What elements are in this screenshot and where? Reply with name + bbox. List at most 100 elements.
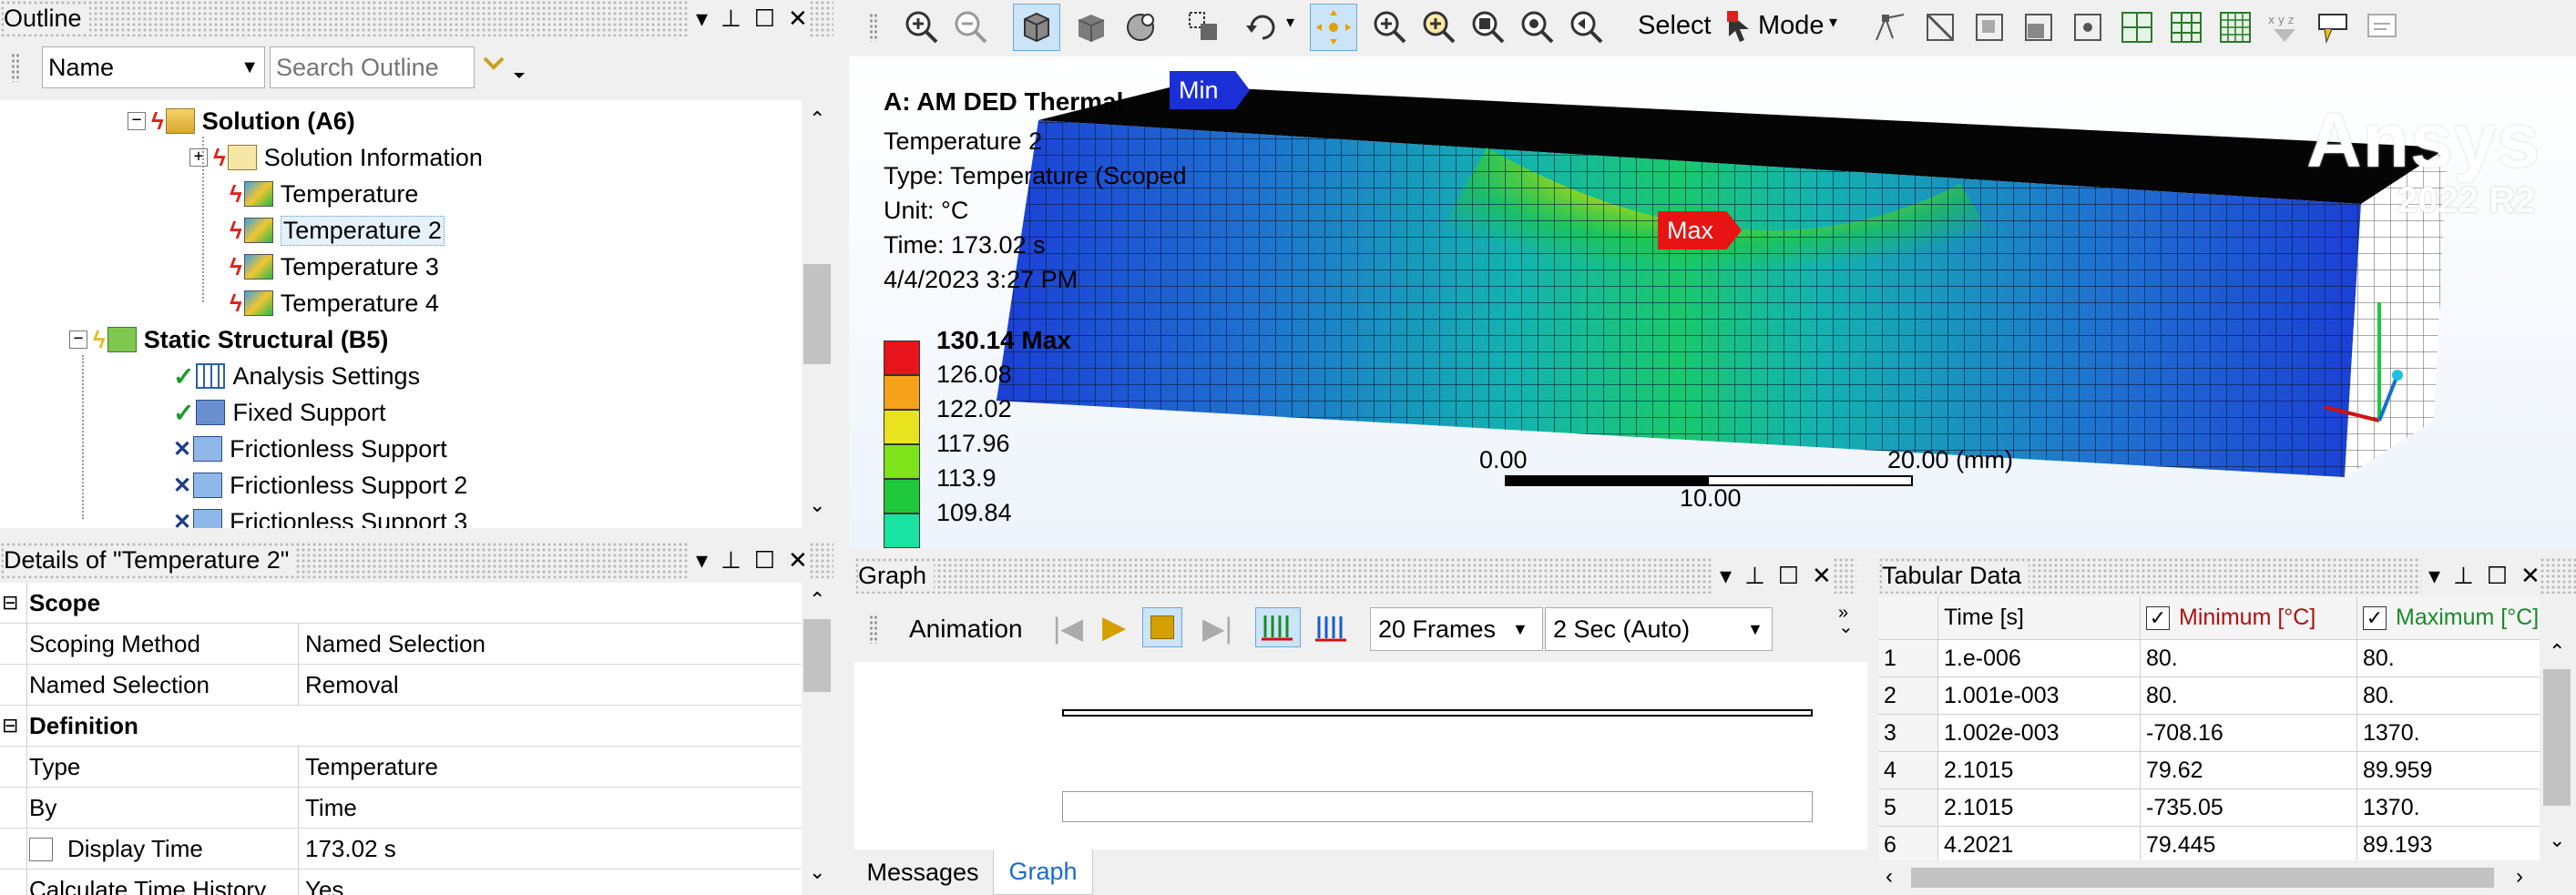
tree-item-static-structural[interactable]: − ϟ Static Structural (B5)	[69, 321, 388, 358]
details-row-display-time[interactable]: Display Time 173.02 s	[0, 828, 802, 870]
tabular-vscrollbar[interactable]: ⌃ ⌄	[2540, 596, 2576, 860]
table-cell[interactable]: 1370.	[2357, 715, 2549, 752]
tree-item-solution-information[interactable]: + ϟ Solution Information	[189, 139, 483, 176]
body-select-icon[interactable]	[2019, 7, 2059, 47]
table-cell[interactable]: 2.1015	[1938, 789, 2141, 827]
timeline-track[interactable]	[1062, 791, 1813, 822]
scrollbar-thumb[interactable]	[2543, 669, 2571, 806]
column-header-time[interactable]: Time [s]	[1938, 596, 2141, 640]
scroll-down-icon[interactable]: ⌄	[809, 493, 825, 517]
close-icon[interactable]: ✕	[788, 546, 808, 575]
scroll-up-icon[interactable]: ⌃	[809, 588, 825, 612]
mesh-select-icon[interactable]	[2215, 7, 2255, 47]
dropdown-arrow-icon[interactable]: ▾	[696, 546, 708, 575]
scroll-down-icon[interactable]: ⌄	[2549, 829, 2565, 852]
section-header-scope[interactable]: ⊟ Scope	[0, 583, 802, 624]
section-header-definition[interactable]: ⊟ Definition	[0, 706, 802, 747]
distributed-frames-button[interactable]	[1255, 607, 1301, 647]
tree-item-temperature-4[interactable]: ϟ Temperature 4	[230, 285, 439, 321]
maximize-icon[interactable]: ☐	[1778, 562, 1799, 590]
graphics-viewport[interactable]: Min Max A: AM DED Thermal Temperature 2 …	[849, 56, 2576, 548]
scrollbar-thumb[interactable]	[803, 264, 831, 364]
filter-options-icon[interactable]	[479, 49, 530, 86]
table-cell[interactable]: 79.62	[2141, 752, 2357, 789]
maximize-icon[interactable]: ☐	[754, 546, 775, 575]
timeline-bar[interactable]	[1062, 709, 1813, 717]
color-legend[interactable]	[884, 341, 920, 548]
table-cell[interactable]: 4.2021	[1938, 827, 2141, 860]
magnifier-icon[interactable]	[1518, 7, 1558, 47]
pan-button[interactable]	[1310, 4, 1357, 51]
search-outline-input[interactable]	[270, 46, 475, 88]
scroll-right-icon[interactable]: ›	[2516, 864, 2523, 890]
stop-button[interactable]	[1142, 607, 1182, 647]
tab-messages[interactable]: Messages	[854, 849, 991, 895]
details-scrollbar[interactable]: ⌃ ⌄	[802, 583, 833, 895]
details-row-type[interactable]: Type Temperature	[0, 746, 802, 788]
scroll-down-icon[interactable]: ⌄	[809, 860, 825, 884]
column-header-minimum[interactable]: ✓ Minimum [°C]	[2141, 596, 2357, 640]
outline-scrollbar[interactable]: ⌃ ⌄	[802, 100, 833, 528]
zoom-to-fit-icon[interactable]	[1468, 7, 1508, 47]
table-cell[interactable]: 2.1015	[1938, 752, 2141, 789]
zoom-out-icon[interactable]	[951, 7, 991, 47]
scroll-up-icon[interactable]: ⌃	[809, 107, 825, 131]
table-cell[interactable]: 89.193	[2357, 827, 2549, 860]
row-number-cell[interactable]: 4	[1878, 752, 1938, 789]
tree-item-frictionless-support-3[interactable]: ✕ Frictionless Support 3	[173, 503, 467, 528]
min-probe-label[interactable]: Min	[1170, 71, 1250, 109]
dropdown-arrow-icon[interactable]: ▾	[1720, 562, 1732, 590]
row-number-cell[interactable]: 6	[1878, 827, 1938, 860]
previous-frame-icon[interactable]: |◀	[1053, 611, 1083, 646]
mode-dropdown-icon[interactable]: ▾	[1829, 13, 1837, 32]
property-value[interactable]: Time	[305, 788, 357, 829]
table-cell[interactable]: 89.959	[2357, 752, 2549, 789]
next-frame-icon[interactable]: ▶|	[1202, 611, 1232, 646]
dropdown-arrow-icon[interactable]: ▾	[696, 5, 708, 33]
result-sets-icon[interactable]	[1310, 609, 1354, 647]
scrollbar-thumb[interactable]	[803, 619, 831, 692]
label-icon[interactable]	[2314, 7, 2354, 47]
table-cell[interactable]: -735.05	[2141, 789, 2357, 827]
scrollbar-thumb[interactable]	[1911, 868, 2494, 888]
face-select-icon[interactable]	[1969, 7, 2009, 47]
details-row-scoping-method[interactable]: Scoping Method Named Selection	[0, 623, 802, 665]
tree-item-frictionless-support[interactable]: ✕ Frictionless Support	[173, 431, 447, 467]
tree-item-temperature[interactable]: ϟ Temperature	[230, 176, 418, 212]
property-value[interactable]: Removal	[305, 665, 399, 706]
checkbox-checked-icon[interactable]: ✓	[2363, 605, 2387, 630]
details-row-by[interactable]: By Time	[0, 787, 802, 829]
display-time-checkbox[interactable]	[29, 838, 53, 861]
scroll-up-icon[interactable]: ⌃	[2549, 640, 2565, 664]
rotate-dropdown-icon[interactable]: ▾	[1286, 13, 1294, 32]
cursor-icon[interactable]	[1723, 9, 1756, 46]
table-cell[interactable]: 1370.	[2357, 789, 2549, 827]
toolbar-overflow-icon[interactable]: » ⌄	[1838, 604, 1854, 636]
element-select-icon[interactable]	[2166, 7, 2206, 47]
details-row-named-selection[interactable]: Named Selection Removal	[0, 664, 802, 706]
column-header-maximum[interactable]: ✓ Maximum [°C]	[2357, 596, 2549, 640]
details-row-calculate-time-history[interactable]: Calculate Time History Yes	[0, 869, 802, 895]
tree-item-fixed-support[interactable]: ✓ Fixed Support	[173, 394, 386, 431]
zoom-icon[interactable]	[1370, 7, 1410, 47]
tree-item-frictionless-support-2[interactable]: ✕ Frictionless Support 2	[173, 467, 467, 503]
table-cell[interactable]: 1.e-006	[1938, 640, 2141, 677]
collapse-icon[interactable]: −	[128, 112, 146, 130]
table-cell[interactable]: 80.	[2357, 640, 2549, 677]
close-icon[interactable]: ✕	[2520, 562, 2540, 590]
pin-icon[interactable]: ⊥	[721, 5, 741, 33]
element-face-select-icon[interactable]	[2117, 7, 2157, 47]
solid-cube-icon[interactable]	[1071, 7, 1111, 47]
row-number-cell[interactable]: 2	[1878, 677, 1938, 715]
pin-icon[interactable]: ⊥	[2453, 562, 2474, 590]
pin-icon[interactable]: ⊥	[721, 546, 741, 575]
close-icon[interactable]: ✕	[788, 5, 808, 33]
pin-icon[interactable]: ⊥	[1744, 562, 1765, 590]
row-number-cell[interactable]: 1	[1878, 640, 1938, 677]
graph-area[interactable]	[854, 662, 1867, 849]
body-select-button[interactable]	[1013, 4, 1060, 51]
filter-type-select[interactable]: Name ▼	[42, 46, 265, 88]
named-selection-icon[interactable]	[1184, 7, 1224, 47]
dropdown-arrow-icon[interactable]: ▾	[2428, 562, 2440, 590]
mode-dropdown[interactable]: Mode	[1758, 11, 1825, 41]
